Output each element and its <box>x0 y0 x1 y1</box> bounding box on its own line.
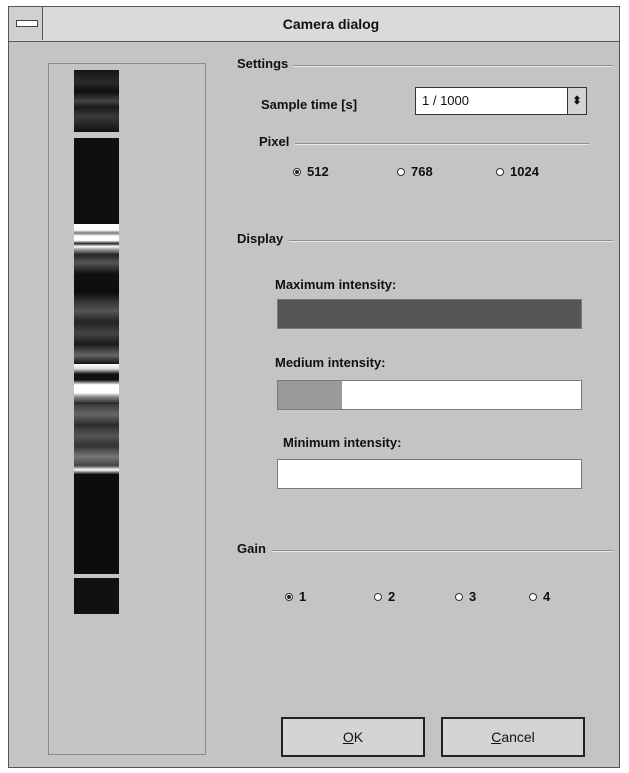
radio-label: 3 <box>469 589 477 604</box>
preview-strip-segment <box>74 224 119 254</box>
system-menu-button[interactable] <box>9 7 43 40</box>
ok-button[interactable]: OK <box>281 717 425 757</box>
radio-indicator <box>455 592 463 601</box>
medium-intensity-fill <box>278 381 342 409</box>
pixel-group-line <box>259 143 589 145</box>
preview-strip-segment <box>74 364 119 404</box>
radio-indicator <box>496 167 504 176</box>
preview-strip-segment <box>74 254 119 364</box>
radio-indicator <box>293 167 301 176</box>
preview-strip-segment <box>74 70 119 132</box>
radio-label: 512 <box>307 164 329 179</box>
preview-strip-segment <box>74 138 119 224</box>
pixel-radio-1024[interactable]: 1024 <box>496 164 539 179</box>
system-menu-icon <box>16 20 38 27</box>
sample-time-value: 1 / 1000 <box>422 93 469 108</box>
combo-dropdown-arrow-icon[interactable]: ⬍ <box>567 88 586 114</box>
maximum-intensity-fill <box>278 300 581 328</box>
gain-radio-4[interactable]: 4 <box>529 589 550 604</box>
pixel-radio-512[interactable]: 512 <box>293 164 329 179</box>
preview-strip-segment <box>74 474 119 574</box>
window-title: Camera dialog <box>282 16 380 32</box>
preview-strip-segment <box>74 578 119 614</box>
preview-strip-segment <box>74 404 119 474</box>
cancel-button[interactable]: Cancel <box>441 717 585 757</box>
settings-group-label: Settings <box>237 56 295 71</box>
title-bar: Camera dialog <box>9 7 619 42</box>
radio-label: 4 <box>543 589 551 604</box>
radio-label: 2 <box>388 589 396 604</box>
sample-time-label: Sample time [s] <box>261 97 358 112</box>
maximum-intensity-label: Maximum intensity: <box>275 277 397 292</box>
pixel-radio-768[interactable]: 768 <box>397 164 433 179</box>
camera-preview-panel <box>48 63 206 755</box>
radio-indicator <box>397 167 405 176</box>
gain-radio-2[interactable]: 2 <box>374 589 395 604</box>
pixel-group-label: Pixel <box>259 134 296 149</box>
display-group-label: Display <box>237 231 290 246</box>
gain-group-line <box>237 550 613 552</box>
radio-label: 1 <box>299 589 307 604</box>
minimum-intensity-bar <box>277 459 582 489</box>
radio-indicator <box>285 592 293 601</box>
cancel-mnemonic: C <box>491 729 502 745</box>
gain-radio-3[interactable]: 3 <box>455 589 476 604</box>
medium-intensity-label: Medium intensity: <box>275 355 386 370</box>
gain-radio-1[interactable]: 1 <box>285 589 306 604</box>
gain-group-label: Gain <box>237 541 272 556</box>
sample-time-combobox[interactable]: 1 / 1000 ⬍ <box>415 87 587 115</box>
cancel-label-rest: ancel <box>501 729 535 745</box>
minimum-intensity-label: Minimum intensity: <box>283 435 402 450</box>
camera-dialog-window: Camera dialog Settings Sample time [s] 1… <box>8 6 620 768</box>
maximum-intensity-bar <box>277 299 582 329</box>
radio-label: 768 <box>411 164 433 179</box>
ok-mnemonic: O <box>342 729 354 745</box>
display-group-line <box>237 240 613 242</box>
radio-label: 1024 <box>510 164 539 179</box>
radio-indicator <box>529 592 537 601</box>
ok-label-rest: K <box>353 729 364 745</box>
radio-indicator <box>374 592 382 601</box>
medium-intensity-bar <box>277 380 582 410</box>
